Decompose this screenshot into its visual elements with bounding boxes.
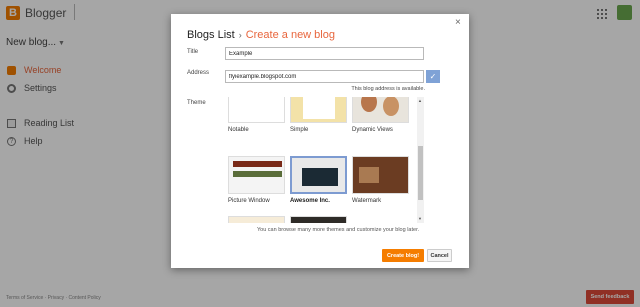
theme-thumbnail xyxy=(290,216,347,223)
title-field[interactable] xyxy=(225,47,424,60)
theme-name: Simple xyxy=(290,127,309,133)
theme-thumbnail xyxy=(352,97,409,123)
dialog-title: Blogs List › Create a new blog xyxy=(187,29,335,41)
address-field[interactable] xyxy=(225,70,424,83)
theme-tile[interactable] xyxy=(290,216,347,223)
theme-name: Picture Window xyxy=(228,198,270,204)
browse-themes-note: You can browse many more themes and cust… xyxy=(257,227,420,233)
address-status: This blog address is available. xyxy=(351,86,425,92)
theme-name: Notable xyxy=(228,127,249,133)
theme-tile[interactable]: Simple xyxy=(290,97,347,133)
theme-thumbnail xyxy=(352,156,409,194)
theme-thumbnail xyxy=(228,97,285,123)
page-title: Create a new blog xyxy=(245,29,335,41)
theme-tile[interactable]: Dynamic Views xyxy=(352,97,409,133)
theme-name: Awesome Inc. xyxy=(290,198,330,204)
theme-tile-selected[interactable]: Awesome Inc. xyxy=(290,156,347,204)
breadcrumb-blogs-list[interactable]: Blogs List xyxy=(187,29,235,41)
theme-tile[interactable]: Notable xyxy=(228,97,285,133)
theme-name: Watermark xyxy=(352,198,382,204)
scrollbar-thumb[interactable] xyxy=(418,146,423,200)
theme-tile[interactable] xyxy=(228,216,285,223)
address-label: Address xyxy=(187,70,210,76)
check-icon[interactable]: ✓ xyxy=(426,70,440,83)
theme-tile[interactable]: Picture Window xyxy=(228,156,285,204)
cancel-button[interactable]: Cancel xyxy=(427,249,452,262)
create-blog-button[interactable]: Create blog! xyxy=(382,249,424,262)
close-icon[interactable]: × xyxy=(455,17,461,28)
theme-picker: Notable Simple Dynamic Views Picture Win… xyxy=(228,97,425,223)
theme-scrollbar[interactable]: ▲ ▼ xyxy=(417,97,424,223)
theme-name: Dynamic Views xyxy=(352,127,393,133)
scroll-down-icon[interactable]: ▼ xyxy=(418,216,422,221)
theme-thumbnail xyxy=(228,216,285,223)
theme-thumbnail xyxy=(290,97,347,123)
scroll-up-icon[interactable]: ▲ xyxy=(418,98,422,103)
theme-tile[interactable]: Watermark xyxy=(352,156,409,204)
title-label: Title xyxy=(187,49,199,55)
breadcrumb-separator: › xyxy=(238,30,242,40)
create-blog-dialog: Blogs List›Create a new blog × Title Add… xyxy=(171,14,469,268)
theme-label: Theme xyxy=(187,100,206,106)
theme-thumbnail xyxy=(228,156,285,194)
theme-thumbnail xyxy=(290,156,347,194)
